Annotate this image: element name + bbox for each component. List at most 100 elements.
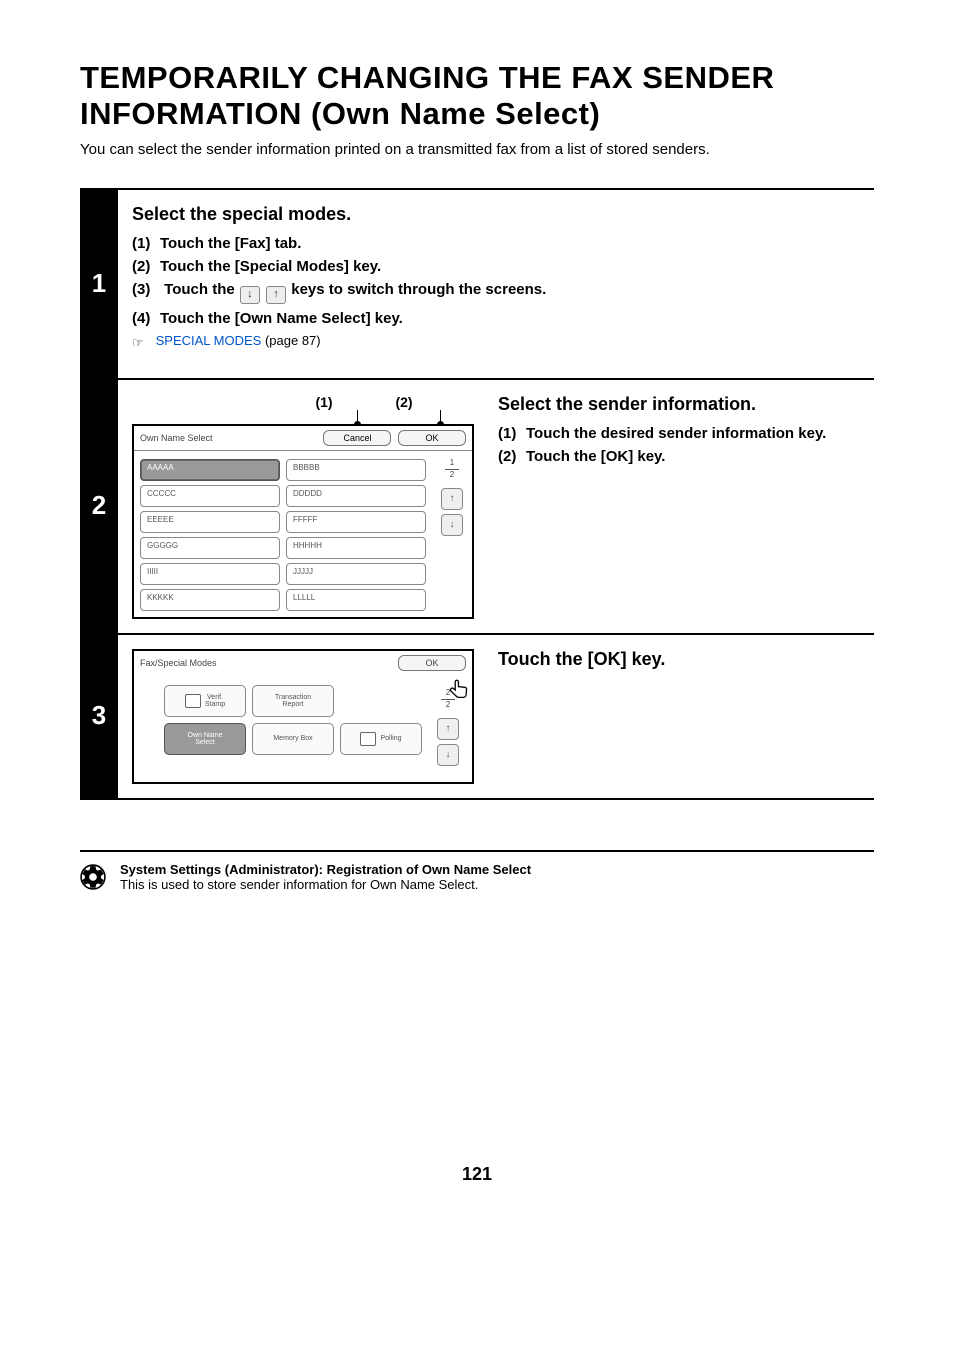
gear-icon [80,864,106,890]
sender-item-f[interactable]: FFFFF [286,511,426,533]
step-2-body: (1) (2) Own Name Select Cancel [118,378,874,633]
callout-1-label: (1) [284,394,364,410]
step2-right: Select the sender information. (1)Touch … [498,394,826,471]
own-name-header: Own Name Select Cancel OK [134,426,472,451]
callout-2-label: (2) [364,394,444,410]
step1-sub4: (4)Touch the [Own Name Select] key. [132,310,874,327]
empty-cell [340,685,422,717]
own-name-screen-title: Own Name Select [140,433,213,443]
step1-sub1: (1)Touch the [Fax] tab. [132,235,874,252]
special-modes-title: Fax/Special Modes [140,658,217,668]
sender-item-g[interactable]: GGGGG [140,537,280,559]
step1-linkline: ☞ SPECIAL MODES (page 87) [132,333,874,351]
step1-sub4-text: Touch the [Own Name Select] key. [160,310,403,327]
step-2: 2 (1) (2) Own Name [80,378,874,633]
step1-sub3-text-a: Touch the [164,281,239,298]
sender-item-l[interactable]: LLLLL [286,589,426,611]
sm-scroll-up-button[interactable]: ↑ [437,718,459,740]
step3-title: Touch the [OK] key. [498,649,665,670]
step2-sub-num-1: (1) [498,425,526,442]
page-title: TEMPORARILY CHANGING THE FAX SENDER INFO… [80,60,874,131]
own-name-select-screen: Own Name Select Cancel OK AAAAA BBBBB [132,424,474,619]
arrow-up-inline-icon: ↑ [266,286,286,304]
page-current: 1 [445,459,459,468]
special-modes-body: Verif. Stamp Transaction Report Own Name… [134,675,472,782]
sender-item-c[interactable]: CCCCC [140,485,280,507]
page-title-line2: INFORMATION (Own Name Select) [80,96,600,131]
step-number-3: 3 [80,633,118,798]
sm-scroll-down-button[interactable]: ↓ [437,744,459,766]
intro-text: You can select the sender information pr… [80,141,874,158]
sender-item-k[interactable]: KKKKK [140,589,280,611]
sender-item-j[interactable]: JJJJJ [286,563,426,585]
step-1-body: Select the special modes. (1)Touch the [… [118,188,874,378]
sub-num-2: (2) [132,258,160,275]
steps-container: 1 Select the special modes. (1)Touch the… [80,188,874,800]
admin-title: System Settings (Administrator): Registr… [120,862,531,877]
scroll-down-button[interactable]: ↓ [441,514,463,536]
step-number-2: 2 [80,378,118,633]
callout-row: (1) (2) [132,394,474,410]
special-modes-link[interactable]: SPECIAL MODES [156,333,262,348]
stamp-icon [185,694,201,708]
callout-lines [132,410,474,424]
sm-sidebar: 2 2 ↑ ↓ [428,681,468,772]
polling-icon [360,732,376,746]
document-page: TEMPORARILY CHANGING THE FAX SENDER INFO… [0,0,954,1225]
link-page-ref: (page 87) [261,333,320,348]
verif-stamp-label: Verif. Stamp [205,694,225,709]
page-number: 121 [80,1164,874,1185]
sub-num-1: (1) [132,235,160,252]
ok-button[interactable]: OK [398,430,466,446]
sender-item-d[interactable]: DDDDD [286,485,426,507]
admin-text: This is used to store sender information… [120,877,531,892]
step2-sub2-text: Touch the [OK] key. [526,448,665,465]
step1-sub3-text-b: keys to switch through the screens. [291,281,546,298]
step2-sub2: (2)Touch the [OK] key. [498,448,826,465]
verif-stamp-button[interactable]: Verif. Stamp [164,685,246,717]
step2-left: (1) (2) Own Name Select Cancel [132,394,474,619]
own-name-select-label: Own Name Select [187,732,222,747]
special-modes-grid: Verif. Stamp Transaction Report Own Name… [138,681,422,772]
sender-item-e[interactable]: EEEEE [140,511,280,533]
step1-sub3: (3) Touch the ↓ ↑ keys to switch through… [132,281,874,304]
arrow-up-icon: ↑ [446,723,451,734]
scroll-up-button[interactable]: ↑ [441,488,463,510]
arrow-up-icon: ↑ [450,493,455,504]
page-total: 2 [445,471,459,480]
own-name-list-area: AAAAA BBBBB CCCCC DDDDD EEEEE FFFFF GGGG… [134,451,472,617]
sender-list: AAAAA BBBBB CCCCC DDDDD EEEEE FFFFF GGGG… [134,451,432,617]
list-sidebar: 1 2 ↑ ↓ [432,451,472,617]
step-3: 3 Fax/Special Modes OK [80,633,874,798]
arrow-down-icon: ↓ [450,519,455,530]
transaction-report-button[interactable]: Transaction Report [252,685,334,717]
sender-item-b[interactable]: BBBBB [286,459,426,481]
step-3-body: Fax/Special Modes OK Verif. Stamp [118,633,874,798]
special-modes-header: Fax/Special Modes OK [134,651,472,675]
sm-ok-button[interactable]: OK [398,655,466,671]
admin-text-block: System Settings (Administrator): Registr… [120,862,531,892]
step2-sub1: (1)Touch the desired sender information … [498,425,826,442]
polling-button[interactable]: Polling [340,723,422,755]
arrow-down-inline-icon: ↓ [240,286,260,304]
sender-item-i[interactable]: IIIII [140,563,280,585]
sm-page-current: 2 [441,689,455,698]
cancel-button[interactable]: Cancel [323,430,391,446]
arrow-down-icon: ↓ [446,749,451,760]
special-modes-screen: Fax/Special Modes OK Verif. Stamp [132,649,474,784]
memory-box-button[interactable]: Memory Box [252,723,334,755]
step-1-title: Select the special modes. [132,204,874,225]
own-name-select-button[interactable]: Own Name Select [164,723,246,755]
admin-note: System Settings (Administrator): Registr… [80,858,874,904]
sm-page-total: 2 [441,701,455,710]
sub-num-4: (4) [132,310,160,327]
memory-box-label: Memory Box [273,735,312,743]
step1-sub1-text: Touch the [Fax] tab. [160,235,301,252]
page-indicator: 1 2 [445,459,459,480]
step-1: 1 Select the special modes. (1)Touch the… [80,188,874,378]
sender-item-a[interactable]: AAAAA [140,459,280,481]
sender-item-h[interactable]: HHHHH [286,537,426,559]
step-number-1: 1 [80,188,118,378]
admin-separator [80,850,874,852]
step3-right: Touch the [OK] key. [498,649,665,680]
